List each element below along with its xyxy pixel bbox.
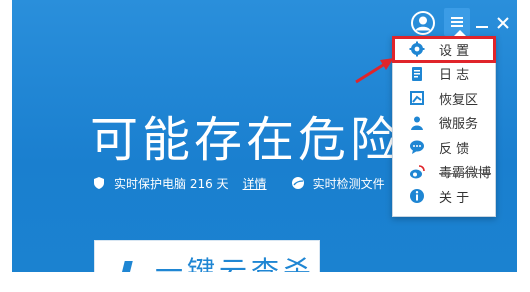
menu-item-label: 反 馈 <box>439 141 470 157</box>
detection-globe-icon <box>291 176 305 190</box>
dropdown-caret <box>453 30 467 37</box>
menu-item-label: 日 志 <box>439 68 470 84</box>
weibo-icon <box>409 164 425 180</box>
user-account-button[interactable] <box>410 10 436 36</box>
menu-item-label: 恢复区 <box>439 92 479 108</box>
minimize-icon <box>476 26 488 28</box>
menu-item-log[interactable]: 日 志 <box>393 62 495 87</box>
menu-item-microservice[interactable]: 微服务 <box>393 111 495 136</box>
feedback-bubble-icon <box>409 139 425 155</box>
menu-item-settings[interactable]: 设 置 <box>392 36 496 63</box>
user-avatar-icon <box>411 11 435 35</box>
minimize-button[interactable] <box>472 10 492 36</box>
close-button[interactable] <box>492 10 514 36</box>
close-icon <box>497 17 509 29</box>
menu-item-about[interactable]: 关 于 <box>393 184 495 209</box>
scan-bolt-icon <box>117 261 133 272</box>
protection-status-row: 实时保护电脑 216 天 详情 实时检测文件 <box>92 172 399 194</box>
annotation-arrow-icon <box>355 58 394 84</box>
one-click-scan-button[interactable]: 一键云查杀 <box>94 240 320 272</box>
main-dropdown-menu: 设 置 日 志 恢复区 微服务 反 馈 毒霸微博 关 于 <box>392 30 496 217</box>
details-link[interactable]: 详情 <box>243 175 267 192</box>
menu-item-label: 毒霸微博 <box>439 166 492 182</box>
menu-item-label: 设 置 <box>439 43 470 59</box>
realtime-detection-text: 实时检测文件 <box>312 176 385 191</box>
menu-item-label: 关 于 <box>439 190 470 206</box>
one-click-scan-label: 一键云查杀 <box>155 255 316 272</box>
microservice-person-icon <box>409 115 425 131</box>
antivirus-main-window: 可能存在危险 实时保护电脑 216 天 详情 实时检测文件 一键云查杀 设 置 … <box>12 0 517 272</box>
shield-icon <box>92 176 106 190</box>
menu-item-weibo[interactable]: 毒霸微博 <box>393 160 495 185</box>
menu-item-feedback[interactable]: 反 馈 <box>393 135 495 160</box>
menu-item-restore[interactable]: 恢复区 <box>393 86 495 111</box>
info-icon <box>409 188 425 204</box>
restore-flag-icon <box>409 90 425 106</box>
protection-days-text: 实时保护电脑 216 天 <box>114 176 229 191</box>
gear-icon <box>409 41 425 57</box>
menu-item-label: 微服务 <box>439 117 479 133</box>
security-status-headline: 可能存在危险 <box>90 112 403 168</box>
hamburger-icon <box>451 17 463 27</box>
log-book-icon <box>409 66 425 82</box>
